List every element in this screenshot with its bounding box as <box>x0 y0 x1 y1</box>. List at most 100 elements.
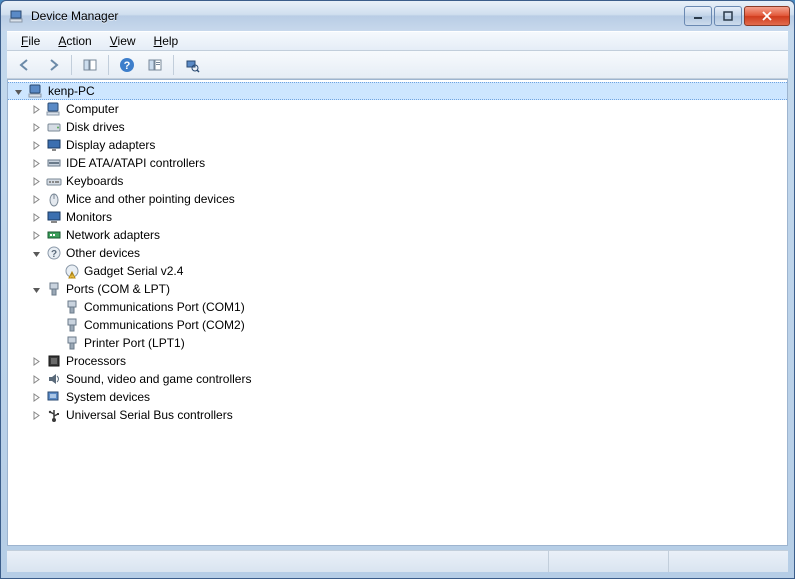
tree-node-cat-13[interactable]: Universal Serial Bus controllers <box>8 406 787 424</box>
keyboard-icon <box>46 173 62 189</box>
tree-node-cat-4[interactable]: Keyboards <box>8 172 787 190</box>
toolbar-separator <box>173 55 174 75</box>
tree-node-label: Printer Port (LPT1) <box>84 336 193 350</box>
tree-node-cat-12[interactable]: System devices <box>8 388 787 406</box>
port-icon <box>64 299 80 315</box>
close-button[interactable] <box>744 6 790 26</box>
tree-node-cat-5[interactable]: Mice and other pointing devices <box>8 190 787 208</box>
display-icon <box>46 137 62 153</box>
ide-icon <box>46 155 62 171</box>
device-manager-window: Device Manager File Action View Help ? <box>0 0 795 579</box>
sound-icon <box>46 371 62 387</box>
tree-node-label: kenp-PC <box>48 84 103 98</box>
tree-node-label: Mice and other pointing devices <box>66 192 243 206</box>
tree-node-cat-8-child-0[interactable]: ! Gadget Serial v2.4 <box>8 262 787 280</box>
expand-toggle[interactable] <box>30 193 42 205</box>
toolbar: ? <box>7 51 788 79</box>
port-icon <box>64 317 80 333</box>
port-icon <box>46 281 62 297</box>
tree-node-label: Processors <box>66 354 134 368</box>
status-cell <box>668 551 788 572</box>
toolbar-back-button[interactable] <box>13 54 37 76</box>
system-icon <box>46 389 62 405</box>
collapse-toggle[interactable] <box>30 247 42 259</box>
tree-node-label: Communications Port (COM1) <box>84 300 253 314</box>
tree-node-cat-9-child-0[interactable]: Communications Port (COM1) <box>8 298 787 316</box>
maximize-button[interactable] <box>714 6 742 26</box>
expand-toggle[interactable] <box>30 175 42 187</box>
mouse-icon <box>46 191 62 207</box>
tree-node-cat-8[interactable]: ? Other devices <box>8 244 787 262</box>
window-title: Device Manager <box>31 9 682 23</box>
expand-toggle[interactable] <box>30 229 42 241</box>
tree-node-label: Ports (COM & LPT) <box>66 282 178 296</box>
tree-node-cat-9-child-2[interactable]: Printer Port (LPT1) <box>8 334 787 352</box>
tree-node-cat-9-child-1[interactable]: Communications Port (COM2) <box>8 316 787 334</box>
expand-toggle[interactable] <box>30 121 42 133</box>
tree-node-cat-10[interactable]: Processors <box>8 352 787 370</box>
menu-view[interactable]: View <box>102 33 144 49</box>
computer-icon <box>28 83 44 99</box>
toolbar-properties-button[interactable] <box>143 54 167 76</box>
expand-toggle[interactable] <box>30 373 42 385</box>
toolbar-scan-button[interactable] <box>180 54 204 76</box>
tree-node-cat-6[interactable]: Monitors <box>8 208 787 226</box>
other-icon: ? <box>46 245 62 261</box>
menu-help[interactable]: Help <box>146 33 187 49</box>
warning-icon: ! <box>64 263 80 279</box>
tree-node-label: Communications Port (COM2) <box>84 318 253 332</box>
app-icon <box>9 8 25 24</box>
toolbar-forward-button[interactable] <box>41 54 65 76</box>
cpu-icon <box>46 353 62 369</box>
titlebar[interactable]: Device Manager <box>1 1 794 31</box>
menubar: File Action View Help <box>7 31 788 51</box>
tree-node-label: Network adapters <box>66 228 168 242</box>
expand-toggle[interactable] <box>30 409 42 421</box>
tree-node-label: Keyboards <box>66 174 131 188</box>
tree-node-label: Gadget Serial v2.4 <box>84 264 191 278</box>
statusbar <box>7 550 788 572</box>
collapse-toggle[interactable] <box>12 85 24 97</box>
tree-node-label: System devices <box>66 390 158 404</box>
port-icon <box>64 335 80 351</box>
minimize-button[interactable] <box>684 6 712 26</box>
tree-node-label: IDE ATA/ATAPI controllers <box>66 156 213 170</box>
tree-node-label: Display adapters <box>66 138 163 152</box>
tree-node-cat-0[interactable]: Computer <box>8 100 787 118</box>
tree-node-label: Monitors <box>66 210 120 224</box>
tree-node-label: Universal Serial Bus controllers <box>66 408 241 422</box>
toolbar-separator <box>71 55 72 75</box>
status-cell <box>548 551 668 572</box>
expand-toggle[interactable] <box>30 139 42 151</box>
tree-node-label: Sound, video and game controllers <box>66 372 259 386</box>
expand-toggle[interactable] <box>30 355 42 367</box>
toolbar-help-button[interactable]: ? <box>115 54 139 76</box>
svg-text:?: ? <box>51 249 57 260</box>
disk-icon <box>46 119 62 135</box>
monitor-icon <box>46 209 62 225</box>
tree-node-label: Disk drives <box>66 120 133 134</box>
device-tree[interactable]: kenp-PC Computer Disk drives Display ada… <box>7 79 788 546</box>
status-cell <box>7 551 548 572</box>
tree-node-label: Other devices <box>66 246 148 260</box>
collapse-toggle[interactable] <box>30 283 42 295</box>
expand-toggle[interactable] <box>30 211 42 223</box>
toolbar-showhide-button[interactable] <box>78 54 102 76</box>
svg-text:?: ? <box>124 60 131 72</box>
tree-node-cat-3[interactable]: IDE ATA/ATAPI controllers <box>8 154 787 172</box>
tree-node-cat-11[interactable]: Sound, video and game controllers <box>8 370 787 388</box>
menu-file[interactable]: File <box>13 33 48 49</box>
expand-toggle[interactable] <box>30 103 42 115</box>
network-icon <box>46 227 62 243</box>
tree-node-cat-1[interactable]: Disk drives <box>8 118 787 136</box>
tree-node-root[interactable]: kenp-PC <box>8 82 787 100</box>
tree-node-label: Computer <box>66 102 127 116</box>
tree-node-cat-9[interactable]: Ports (COM & LPT) <box>8 280 787 298</box>
expand-toggle[interactable] <box>30 391 42 403</box>
usb-icon <box>46 407 62 423</box>
tree-node-cat-2[interactable]: Display adapters <box>8 136 787 154</box>
expand-toggle[interactable] <box>30 157 42 169</box>
tree-node-cat-7[interactable]: Network adapters <box>8 226 787 244</box>
toolbar-separator <box>108 55 109 75</box>
menu-action[interactable]: Action <box>50 33 99 49</box>
